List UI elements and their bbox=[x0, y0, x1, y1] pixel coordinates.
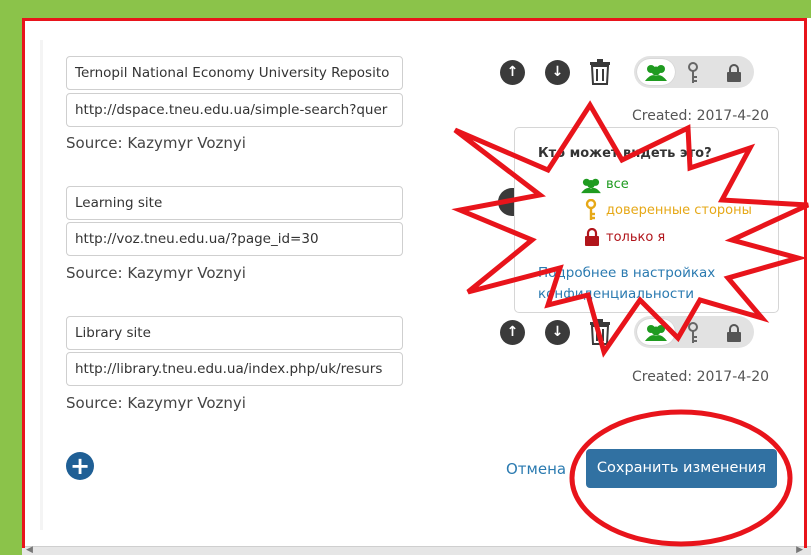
key-icon[interactable] bbox=[584, 199, 598, 221]
link-url-input[interactable]: http://voz.tneu.edu.ua/?page_id=30 bbox=[66, 222, 403, 256]
link-title-input[interactable]: Ternopil National Economy University Rep… bbox=[66, 56, 403, 90]
link-url-input[interactable]: http://library.tneu.edu.ua/index.php/uk/… bbox=[66, 352, 403, 386]
visibility-toggle[interactable] bbox=[634, 56, 754, 88]
privacy-settings-link[interactable]: Подробнее в настройках bbox=[538, 265, 715, 281]
created-date: Created: 2017-4-20 bbox=[632, 108, 770, 124]
option-everyone[interactable]: все bbox=[606, 177, 629, 192]
link-source: Source: Kazymyr Voznyi bbox=[66, 394, 246, 412]
group-icon[interactable] bbox=[580, 176, 602, 194]
link-source: Source: Kazymyr Voznyi bbox=[66, 134, 246, 152]
link-title-input[interactable]: Learning site bbox=[66, 186, 403, 220]
option-only-me[interactable]: только я bbox=[606, 230, 665, 245]
add-link-button[interactable]: + bbox=[66, 452, 94, 480]
option-trusted[interactable]: доверенные стороны bbox=[606, 203, 752, 218]
move-up-icon[interactable]: ↑ bbox=[500, 320, 525, 345]
move-up-icon[interactable]: ↑ bbox=[500, 60, 525, 85]
created-date: Created: 2017-4-20 bbox=[632, 369, 770, 385]
link-title-input[interactable]: Library site bbox=[66, 316, 403, 350]
trash-icon[interactable] bbox=[589, 59, 611, 85]
link-source: Source: Kazymyr Voznyi bbox=[66, 264, 246, 282]
move-down-icon[interactable]: ↓ bbox=[545, 320, 570, 345]
trash-icon[interactable] bbox=[589, 319, 611, 345]
lock-icon bbox=[727, 324, 741, 342]
save-changes-button[interactable]: Сохранить изменения bbox=[586, 449, 777, 488]
key-icon bbox=[688, 322, 698, 343]
visibility-toggle[interactable] bbox=[634, 316, 754, 348]
lock-icon bbox=[727, 64, 741, 82]
key-icon bbox=[688, 62, 698, 83]
move-down-icon[interactable]: ↓ bbox=[545, 60, 570, 85]
lock-icon[interactable] bbox=[584, 228, 600, 246]
privacy-settings-link-cont[interactable]: конфиденциальности bbox=[538, 286, 694, 302]
popover-title: Кто может видеть это? bbox=[538, 146, 712, 161]
group-icon bbox=[645, 325, 667, 341]
group-icon bbox=[645, 65, 667, 81]
cancel-link[interactable]: Отмена bbox=[506, 460, 566, 478]
left-gutter bbox=[40, 40, 43, 530]
link-url-input[interactable]: http://dspace.tneu.edu.ua/simple-search?… bbox=[66, 93, 403, 127]
